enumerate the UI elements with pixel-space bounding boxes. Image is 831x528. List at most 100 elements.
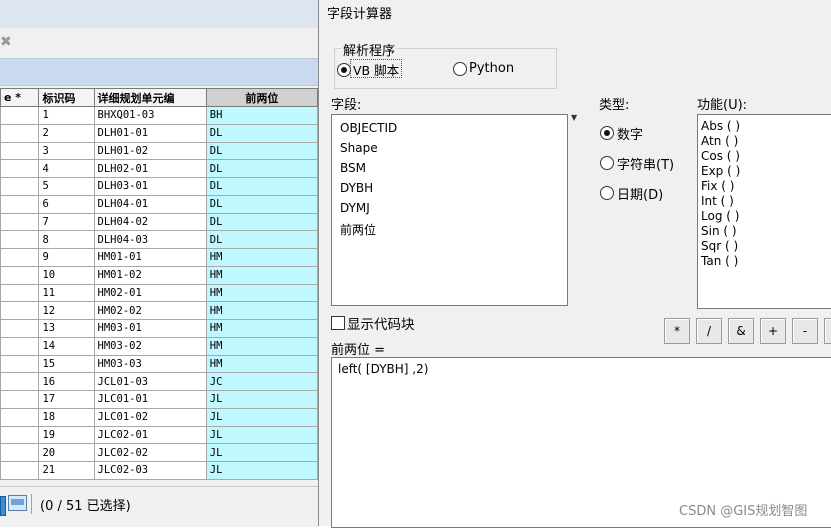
field-item[interactable]: DYBH — [340, 181, 373, 195]
table-cell[interactable]: HM02-02 — [93, 301, 207, 320]
function-item[interactable]: Fix ( ) — [701, 179, 734, 194]
function-item[interactable]: Atn ( ) — [701, 134, 738, 149]
vb-script-radio[interactable] — [337, 63, 351, 77]
table-cell[interactable]: HM — [205, 301, 319, 320]
table-cell[interactable]: HM — [205, 283, 319, 303]
table-cell[interactable] — [0, 336, 40, 356]
table-cell[interactable]: JCL01-03 — [93, 372, 207, 391]
subtract-button[interactable]: - — [792, 318, 818, 344]
table-cell[interactable]: DLH04-02 — [93, 212, 207, 232]
table-cell[interactable]: JLC01-02 — [93, 407, 207, 427]
vb-script-label[interactable]: VB 脚本 — [353, 60, 399, 79]
table-cell[interactable] — [0, 106, 40, 125]
table-cell[interactable]: 20 — [38, 443, 95, 462]
table-cell[interactable]: 9 — [38, 248, 95, 267]
table-cell[interactable] — [0, 248, 40, 267]
fields-list[interactable]: OBJECTID Shape BSM DYBH DYMJ 前两位 — [331, 114, 568, 306]
table-cell[interactable]: 3 — [38, 141, 95, 161]
table-cell[interactable] — [0, 425, 40, 445]
table-cell[interactable]: 2 — [38, 123, 95, 143]
chevron-down-icon[interactable]: ▼ — [571, 113, 577, 122]
type-date-radio[interactable] — [600, 186, 614, 200]
table-cell[interactable]: JL — [205, 407, 319, 427]
table-cell[interactable]: HM — [205, 336, 319, 356]
table-cell[interactable]: HM — [205, 265, 319, 285]
table-cell[interactable]: JLC02-03 — [93, 461, 207, 480]
table-cell[interactable]: JL — [205, 425, 319, 445]
table-cell[interactable] — [0, 194, 40, 214]
table-cell[interactable]: HM03-01 — [93, 319, 207, 338]
table-row[interactable]: 21 JLC02-03 JL — [0, 461, 319, 480]
show-codeblock-label[interactable]: 显示代码块 — [347, 313, 415, 333]
table-row[interactable]: 4 DLH02-01 DL — [0, 159, 319, 178]
table-cell[interactable] — [0, 212, 40, 232]
table-cell[interactable]: DLH02-01 — [93, 159, 207, 178]
table-cell[interactable] — [0, 141, 40, 161]
table-cell[interactable]: HM — [205, 248, 319, 267]
type-number-radio[interactable] — [600, 126, 614, 140]
functions-list[interactable]: Abs ( ) Atn ( ) Cos ( ) Exp ( ) Fix ( ) … — [697, 114, 831, 309]
table-row[interactable]: 16 JCL01-03 JC — [0, 372, 319, 391]
function-item[interactable]: Exp ( ) — [701, 164, 740, 179]
table-cell[interactable] — [0, 319, 40, 338]
field-item[interactable]: Shape — [340, 141, 378, 155]
add-button[interactable]: + — [760, 318, 786, 344]
table-cell[interactable]: BH — [205, 106, 319, 125]
table-cell[interactable]: 5 — [38, 177, 95, 196]
table-cell[interactable]: 12 — [38, 301, 95, 320]
divide-button[interactable]: / — [696, 318, 722, 344]
table-cell[interactable] — [0, 372, 40, 391]
function-item[interactable]: Int ( ) — [701, 194, 734, 209]
table-cell[interactable]: 1 — [38, 106, 95, 125]
table-cell[interactable]: 11 — [38, 283, 95, 303]
table-row[interactable]: 5 DLH03-01 DL — [0, 177, 319, 196]
column-header[interactable]: e * — [0, 88, 40, 107]
concat-button[interactable]: & — [728, 318, 754, 344]
function-item[interactable]: Sin ( ) — [701, 224, 737, 239]
table-row[interactable]: 6 DLH04-01 DL — [0, 194, 319, 214]
table-row[interactable]: 20 JLC02-02 JL — [0, 443, 319, 462]
table-cell[interactable]: HM03-03 — [93, 354, 207, 374]
table-cell[interactable]: BHXQ01-03 — [93, 106, 207, 125]
table-cell[interactable]: 21 — [38, 461, 95, 480]
table-row[interactable]: 14 HM03-02 HM — [0, 336, 319, 356]
table-cell[interactable]: JLC02-02 — [93, 443, 207, 462]
table-cell[interactable]: 15 — [38, 354, 95, 374]
table-cell[interactable] — [0, 283, 40, 303]
column-header[interactable]: 详细规划单元编 — [93, 88, 207, 107]
field-item[interactable]: 前两位 — [340, 221, 376, 238]
table-cell[interactable] — [0, 461, 40, 480]
table-cell[interactable]: JL — [205, 390, 319, 409]
table-row[interactable]: 17 JLC01-01 JL — [0, 390, 319, 409]
table-cell[interactable]: DLH03-01 — [93, 177, 207, 196]
table-cell[interactable]: DL — [205, 159, 319, 178]
table-cell[interactable]: 13 — [38, 319, 95, 338]
table-cell[interactable]: DL — [205, 123, 319, 143]
function-item[interactable]: Cos ( ) — [701, 149, 740, 164]
table-cell[interactable]: DLH04-01 — [93, 194, 207, 214]
table-cell[interactable]: JC — [205, 372, 319, 391]
table-row[interactable]: 10 HM01-02 HM — [0, 265, 319, 285]
table-cell[interactable]: DLH01-01 — [93, 123, 207, 143]
expression-text[interactable]: left( [DYBH] ,2) — [338, 362, 428, 376]
table-cell[interactable]: 6 — [38, 194, 95, 214]
table-cell[interactable] — [0, 265, 40, 285]
multiply-button[interactable]: * — [664, 318, 690, 344]
table-cell[interactable]: 18 — [38, 407, 95, 427]
function-item[interactable]: Sqr ( ) — [701, 239, 738, 254]
show-all-records-icon[interactable] — [0, 496, 6, 516]
table-cell[interactable] — [0, 443, 40, 462]
type-string-radio[interactable] — [600, 156, 614, 170]
table-cell[interactable] — [0, 390, 40, 409]
table-cell[interactable]: HM01-02 — [93, 265, 207, 285]
table-cell[interactable]: HM01-01 — [93, 248, 207, 267]
operator-button-partial[interactable] — [824, 318, 831, 344]
table-row[interactable]: 19 JLC02-01 JL — [0, 425, 319, 445]
table-row[interactable]: 12 HM02-02 HM — [0, 301, 319, 320]
table-cell[interactable]: JL — [205, 443, 319, 462]
show-selected-records-icon[interactable] — [8, 495, 27, 511]
table-row[interactable]: 11 HM02-01 HM — [0, 283, 319, 303]
field-item[interactable]: BSM — [340, 161, 366, 175]
table-row[interactable]: 13 HM03-01 HM — [0, 319, 319, 338]
column-header[interactable]: 标识码 — [38, 88, 95, 107]
